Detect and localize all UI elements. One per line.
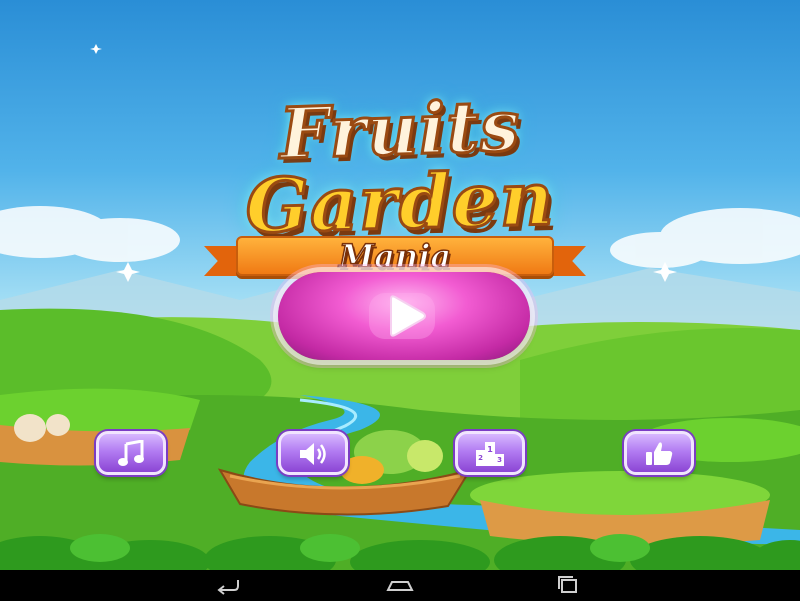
podium-icon: 1 2 3 [476,442,504,466]
game-screen: Fruits Garden Mania 1 2 3 [0,0,800,570]
music-note-icon [118,440,144,466]
system-nav-bar [0,570,800,600]
music-button[interactable] [96,431,166,475]
nav-back-button[interactable] [210,574,250,596]
svg-text:3: 3 [497,456,502,464]
svg-text:1: 1 [487,445,493,454]
home-icon [386,581,414,591]
back-icon [217,580,239,595]
like-button[interactable] [624,431,694,475]
leaderboard-button[interactable]: 1 2 3 [455,431,525,475]
thumbs-up-icon [646,442,673,465]
nav-home-button[interactable] [380,574,420,596]
game-subtitle: Mania [338,236,452,276]
recent-apps-icon [558,576,577,593]
nav-recent-apps-button[interactable] [548,574,588,596]
svg-text:2: 2 [478,454,483,462]
play-icon [369,293,435,339]
speaker-icon [300,443,326,465]
sound-button[interactable] [278,431,348,475]
